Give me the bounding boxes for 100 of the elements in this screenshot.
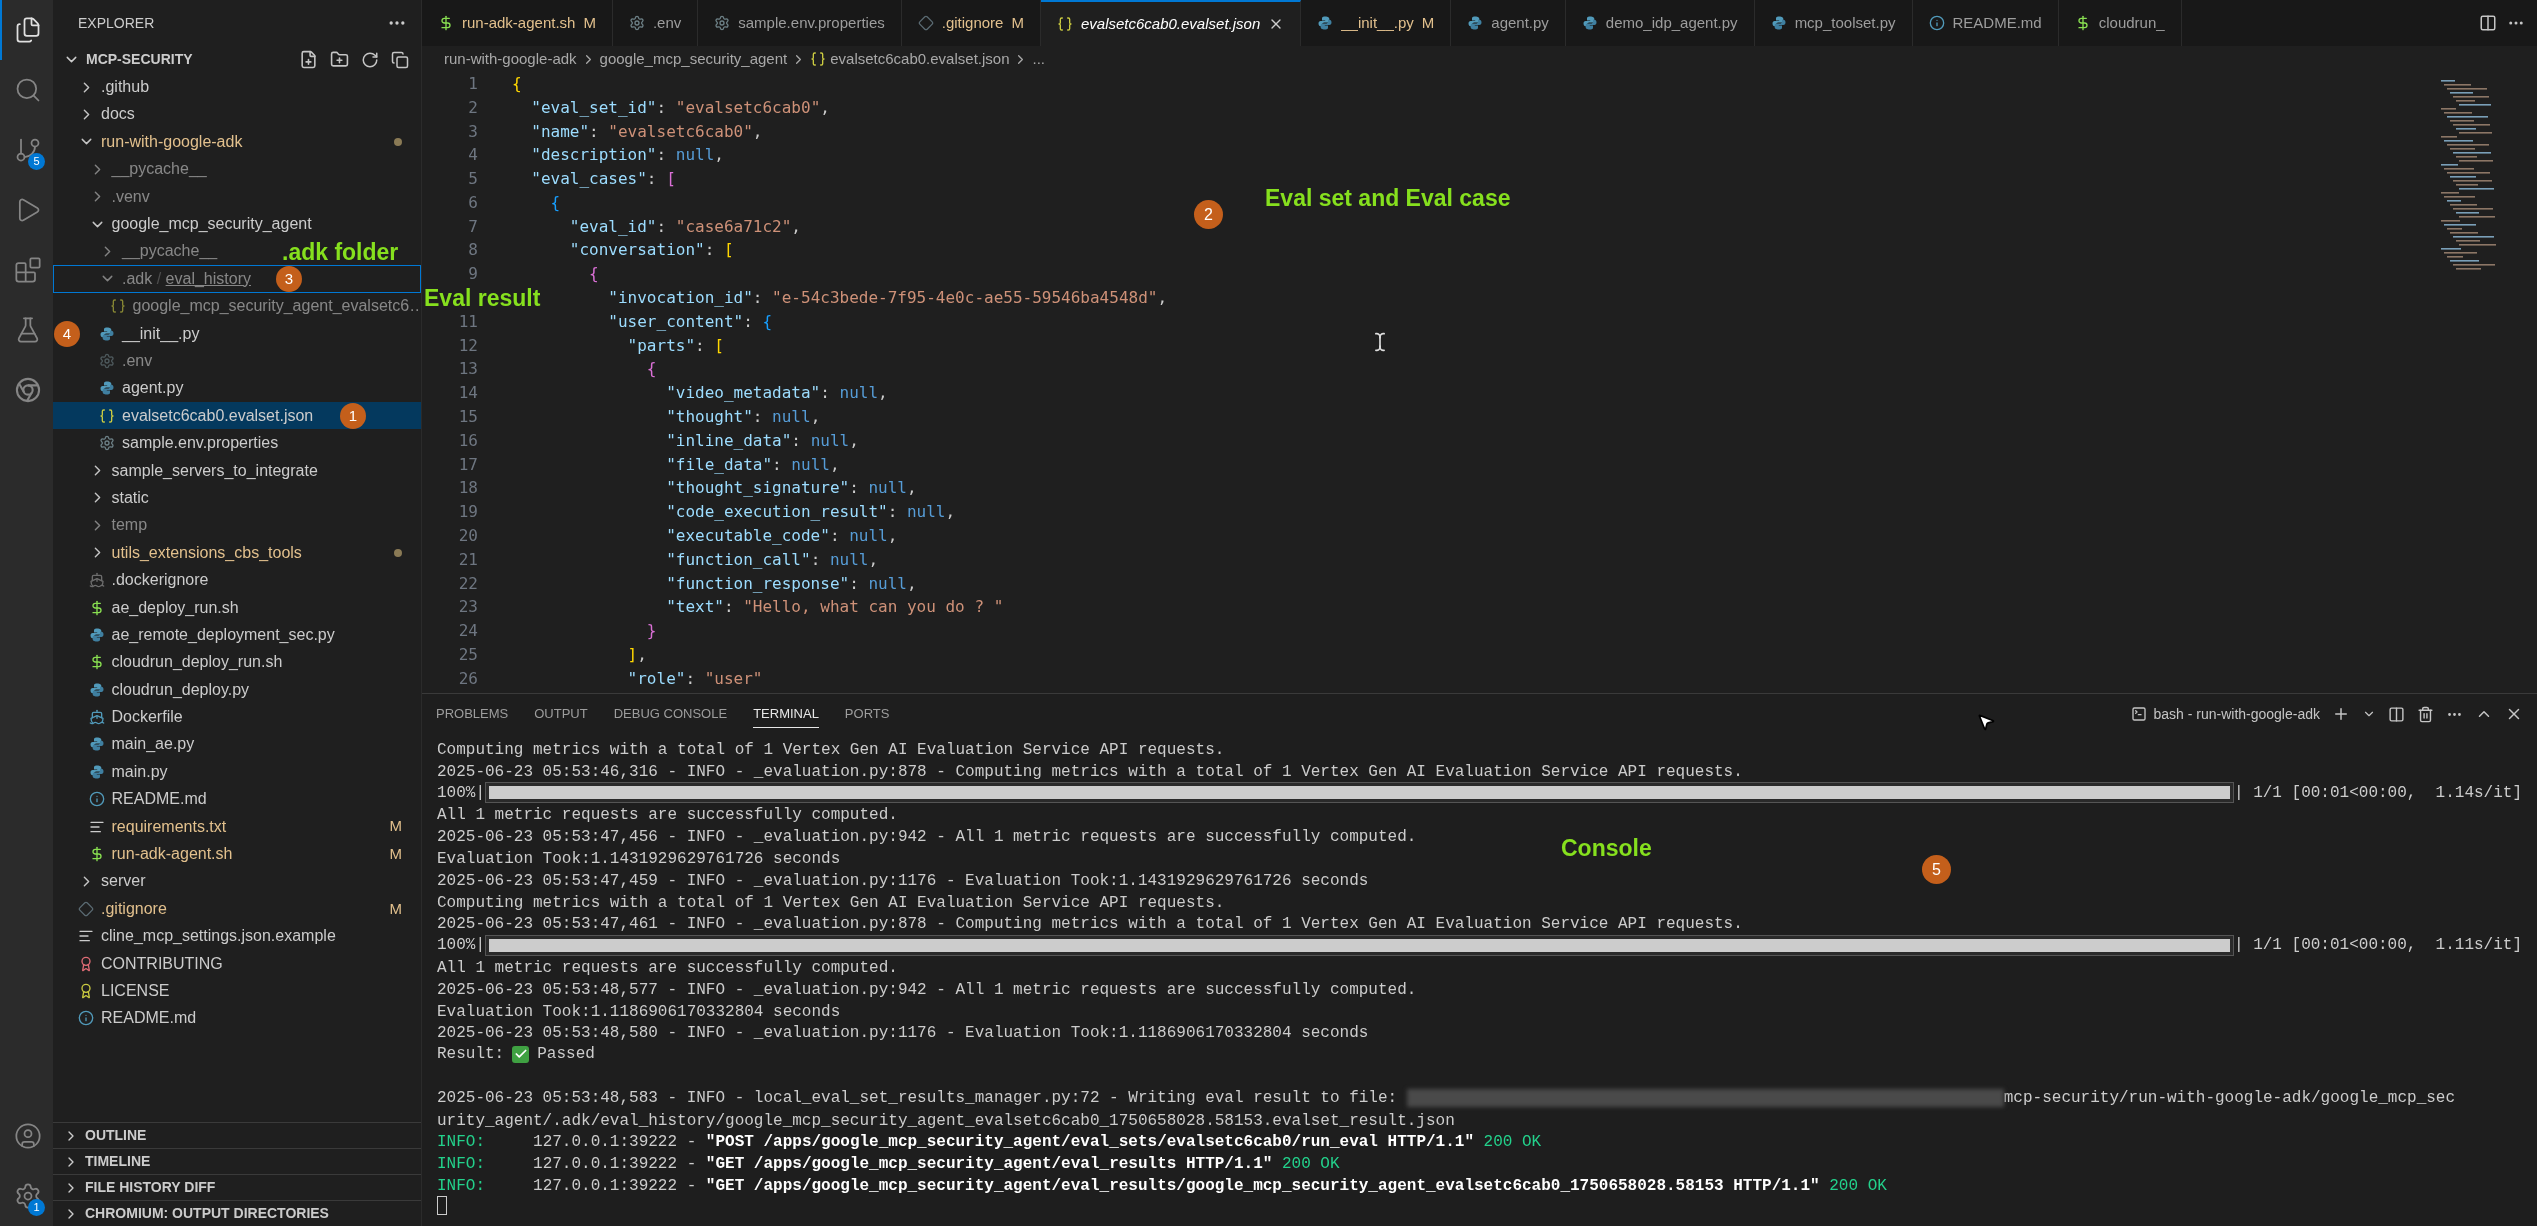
section-header[interactable]: TIMELINE [53, 1148, 421, 1174]
progress-status: | 1/1 [00:01<00:00, 1.11s/it] [2233, 935, 2522, 957]
trash-icon[interactable] [2417, 705, 2434, 723]
breadcrumb-item[interactable]: google_mcp_security_agent [599, 47, 788, 71]
tree-item[interactable]: requirements.txt M [53, 812, 421, 841]
tree-item[interactable]: .gitignore M [53, 895, 421, 923]
tree-item[interactable]: evalsetc6cab0.evalset.json 1 [53, 402, 421, 430]
tree-item[interactable]: run-adk-agent.sh M [53, 840, 421, 868]
breadcrumb-item[interactable]: ... [1032, 47, 1045, 71]
tree-item[interactable]: ae_deploy_run.sh [53, 593, 421, 622]
file-path: mcp-security/run-with-google-adk/google_mcp_sec [2003, 1087, 2456, 1109]
tree-item[interactable]: README.md [53, 785, 421, 813]
section-title: OUTLINE [85, 1126, 147, 1145]
line-number: 14 [457, 382, 478, 405]
line-number: 24 [457, 620, 478, 643]
editor-tab[interactable]: demo_idp_agent.py [1565, 0, 1755, 46]
section-header[interactable]: CHROMIUM: OUTPUT DIRECTORIES [53, 1200, 421, 1226]
editor-tab[interactable]: .gitignore M [901, 0, 1041, 46]
line-number: 26 [457, 667, 478, 690]
tree-item[interactable]: main_ae.py [53, 730, 421, 759]
line-number: 17 [457, 453, 478, 476]
tree-item[interactable]: server [53, 867, 421, 896]
activity-bar-button[interactable]: 1 [0, 1166, 53, 1226]
annotation-label: Eval result [424, 286, 541, 310]
tree-item[interactable]: google_mcp_security_agent_evalsetc6… [53, 292, 421, 320]
line-number: 16 [457, 429, 478, 452]
code-line: { [645, 358, 657, 381]
tree-item[interactable]: main.py [53, 758, 421, 786]
editor-tab[interactable]: run-adk-agent.sh M [422, 0, 613, 46]
section-header[interactable]: FILE HISTORY DIFF [53, 1174, 421, 1200]
annotation-label: .adk folder [282, 239, 399, 264]
step-marker: 2 [1194, 200, 1223, 229]
script-file-icon [88, 763, 105, 780]
split-editor-icon[interactable] [2479, 14, 2497, 32]
breadcrumb-item[interactable]: run-with-google-adk [444, 47, 577, 71]
line-number: 13 [457, 358, 478, 381]
editor-tab[interactable]: README.md [1912, 0, 2059, 46]
split-terminal-icon[interactable] [2388, 705, 2405, 723]
tree-item[interactable]: __pycache__ [53, 155, 421, 183]
script-file-icon [88, 736, 105, 753]
tree-item[interactable]: run-with-google-adk [53, 128, 421, 156]
code-line: "eval_cases": [ [530, 168, 676, 191]
tree-item[interactable]: __pycache__ .adk folder [53, 237, 421, 266]
tree-item[interactable]: 4 __init__.py [53, 319, 421, 348]
tree-item[interactable]: Dockerfile [53, 703, 421, 731]
tree-item[interactable]: cline_mcp_settings.json.example [53, 922, 421, 950]
tree-item[interactable]: cloudrun_deploy_run.sh [53, 648, 421, 676]
tree-item[interactable]: docs [53, 100, 421, 129]
tree-item[interactable]: .github [53, 73, 421, 101]
terminal-cursor [437, 1195, 447, 1215]
git-status-label: M [583, 12, 596, 33]
tree-item[interactable]: utils_extensions_cbs_tools [53, 539, 421, 567]
tree-item[interactable]: .dockerignore [53, 566, 421, 594]
tree-item[interactable]: .venv [53, 182, 421, 211]
panel-tab[interactable]: OUTPUT [534, 699, 588, 729]
panel-tab[interactable]: TERMINAL [753, 699, 819, 729]
breadcrumb-item[interactable]: evalsetc6cab0.evalset.json [830, 47, 1010, 71]
section-header[interactable]: OUTLINE [53, 1122, 421, 1148]
git-status-label: M [389, 843, 402, 864]
tree-item[interactable]: google_mcp_security_agent [53, 210, 421, 238]
panel-tab[interactable]: PORTS [844, 699, 890, 729]
panel-tab[interactable]: DEBUG CONSOLE [613, 699, 728, 729]
code-line: "conversation": [ [568, 239, 734, 262]
editor-tab[interactable]: cloudrun_ [2058, 0, 2182, 46]
editor-tab[interactable]: mcp_toolset.py [1754, 0, 1913, 46]
tree-item[interactable]: cloudrun_deploy.py [53, 676, 421, 704]
collapse-all-icon[interactable] [391, 50, 409, 69]
tree-item[interactable]: .adk / eval_history 3 [53, 265, 421, 293]
line-number: 2 [467, 96, 478, 119]
new-folder-icon[interactable] [330, 50, 349, 70]
panel-tab[interactable]: PROBLEMS [436, 699, 509, 729]
add-icon[interactable] [2332, 705, 2350, 723]
script-file-icon [99, 325, 115, 342]
code-line: "executable_code": null, [665, 525, 898, 548]
tree-item[interactable]: LICENSE [53, 977, 421, 1005]
tree-item[interactable]: sample_servers_to_integrate [53, 456, 421, 485]
refresh-icon[interactable] [361, 50, 379, 69]
editor-tab[interactable]: evalsetc6cab0.evalset.json [1040, 0, 1302, 46]
tree-item[interactable]: ae_remote_deployment_sec.py [53, 621, 421, 649]
tree-item[interactable]: agent.py [53, 374, 421, 403]
new-file-icon[interactable] [299, 50, 318, 70]
result-status: Passed [537, 1044, 595, 1066]
tree-item[interactable]: README.md [53, 1004, 421, 1033]
editor-tab[interactable]: agent.py [1451, 0, 1566, 46]
notification-badge: 5 [28, 153, 45, 170]
sidebar-title: EXPLORER [78, 13, 155, 33]
activity-bar-button[interactable]: 5 [0, 120, 53, 180]
tree-item[interactable]: temp [53, 511, 421, 540]
braces-icon [109, 298, 126, 315]
editor-tab[interactable]: __init__.py M [1301, 0, 1452, 46]
workspace-header[interactable]: MCP-SECURITY [63, 49, 299, 71]
tree-item[interactable]: CONTRIBUTING [53, 949, 421, 978]
tree-item[interactable]: static [53, 484, 421, 512]
editor-tab[interactable]: sample.env.properties [698, 0, 902, 46]
terminal-selector[interactable]: bash - run-with-google-adk [2131, 703, 2320, 725]
tree-item[interactable]: .env [53, 347, 421, 375]
editor-tab[interactable]: .env [612, 0, 699, 46]
code-line: "eval_set_id": "evalsetc6cab0", [530, 96, 830, 119]
info-icon [78, 1010, 94, 1027]
tree-item[interactable]: sample.env.properties [53, 429, 421, 457]
